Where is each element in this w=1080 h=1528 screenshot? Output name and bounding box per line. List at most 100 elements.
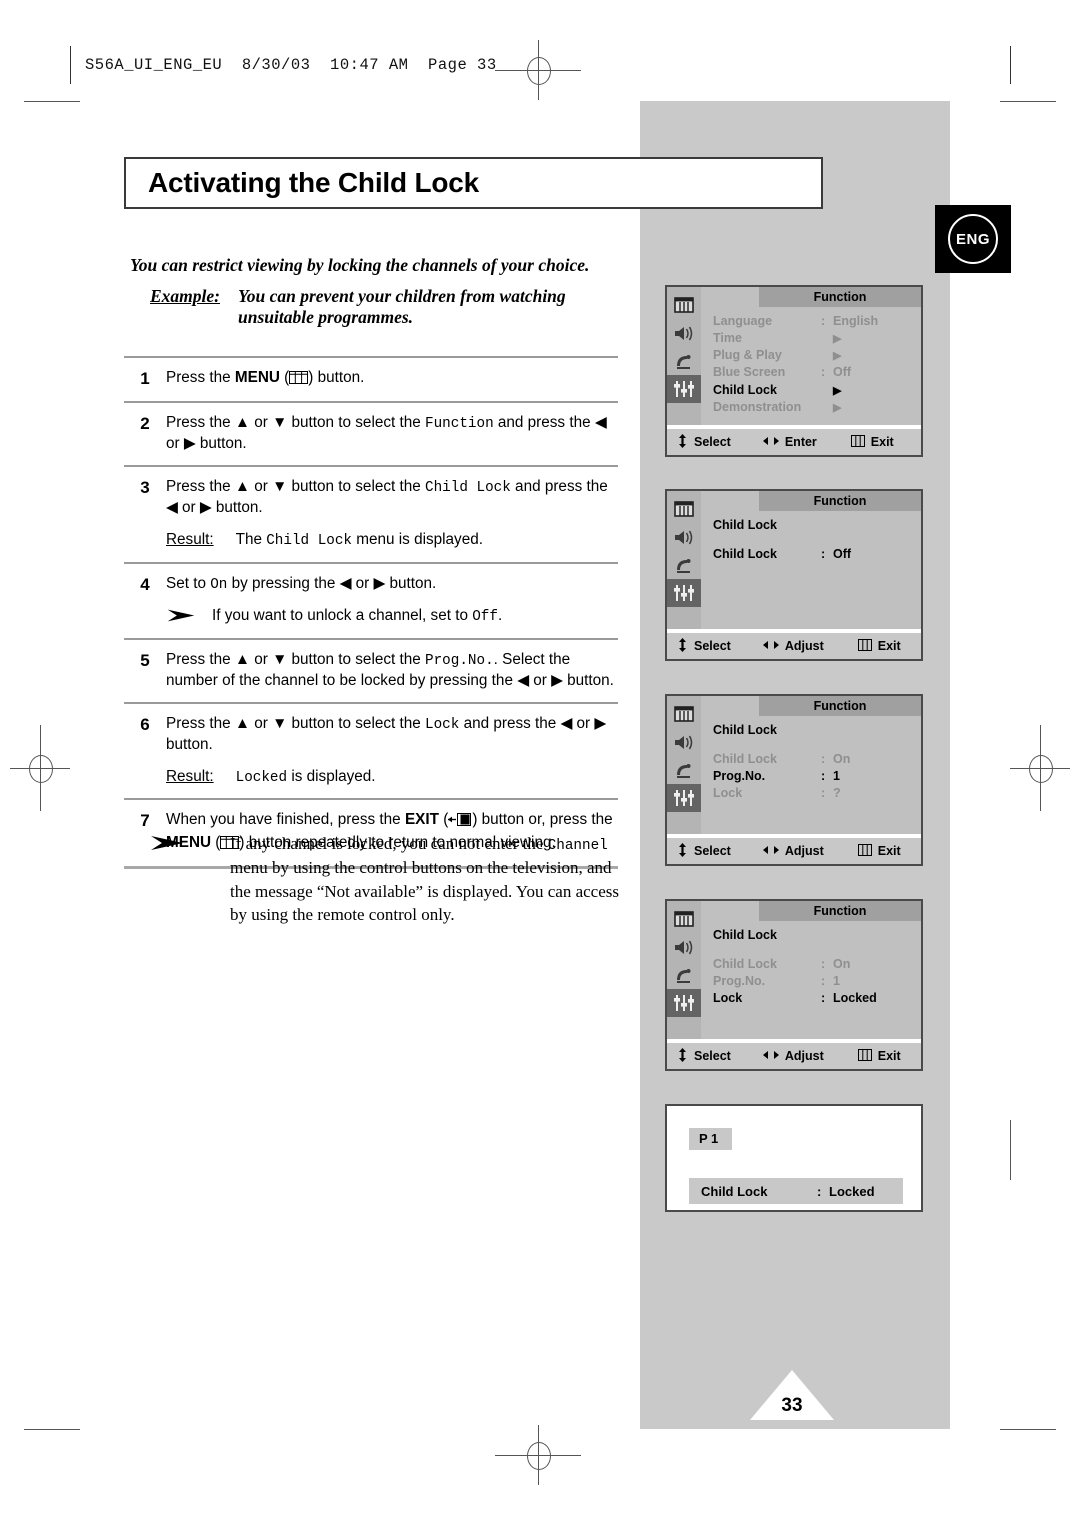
osd-row-list: Child Lock Child Lock: On Prog.No.:1 Lock:? [701,716,921,803]
inline-text: is displayed. [287,768,376,786]
intro-lead: You can restrict viewing by locking the … [130,255,590,275]
osd-footer-adjust[interactable]: Adjust [762,639,824,654]
osd-row[interactable]: Lock:? [713,785,921,802]
inline-text: Press the ▲ or ▼ button to select the [166,714,426,732]
osd-row-gap [713,739,921,751]
slug-right-rule [1010,46,1011,84]
osd-row-label: Child Lock [713,928,777,942]
osd-footer-enter[interactable]: Enter [762,435,817,450]
function-menu-icon[interactable] [667,579,701,607]
osd-row-label: Lock [713,786,743,801]
osd-footer-select[interactable]: Select [677,433,731,451]
channel-menu-icon[interactable] [667,756,701,784]
updown-arrow-icon [677,1047,688,1065]
osd-row-separator: : [821,957,826,972]
intro-example-label: Example: [150,286,220,306]
osd-footer-adjust[interactable]: Adjust [762,1049,824,1064]
print-slug: S56A_UI_ENG_EU 8/30/03 10:47 AM Page 33 [70,46,497,84]
osd-row[interactable]: Blue Screen: Off [713,364,921,381]
inline-code: Child Lock [266,533,353,550]
osd-footer-exit[interactable]: Exit [857,843,901,859]
osd-footer-exit[interactable]: Exit [850,434,894,450]
sound-menu-icon[interactable] [667,523,701,551]
updown-arrow-icon [677,637,688,655]
inline-text: When you have finished, press the [166,811,405,829]
osd-footer-select[interactable]: Select [677,842,731,860]
osd-row[interactable]: Prog.No.:1 [713,973,921,990]
osd-row-label: Child Lock [713,547,777,562]
osd-panel-child-lock-off: Function Child Lock Child Lock: Off Select Ad… [665,489,923,661]
channel-menu-icon[interactable] [667,961,701,989]
osd-title: Function [759,287,921,307]
osd-row[interactable]: Language: English [713,313,921,330]
bottom-note: If any channel is locked, you can not en… [150,832,620,926]
crop-mark-bottom-left-h [24,1429,80,1430]
inline-text: Press the [166,369,235,386]
picture-menu-icon[interactable] [667,700,701,728]
osd-footer-label: Select [694,639,731,653]
osd-row-value: ▶ [833,384,842,397]
osd-row-label: Child Lock [713,382,777,397]
osd-footer-select[interactable]: Select [677,637,731,655]
step-number: 3 [140,478,150,498]
channel-menu-icon[interactable] [667,551,701,579]
picture-menu-icon[interactable] [667,291,701,319]
osd-panel-child-lock-prog-no: Function Child Lock Child Lock: On Prog.No.:… [665,694,923,866]
steps-list: 1 Press the MENU () button. 2 Press the ▲ o… [124,356,618,870]
osd-footer-label: Exit [870,435,894,449]
osd-row[interactable]: Prog.No.:1 [713,768,921,785]
osd-row[interactable]: Child Lock: On [713,751,921,768]
picture-menu-icon[interactable] [667,495,701,523]
osd-panel-tv-banner: P 1 Child Lock: Locked [665,1104,923,1212]
inline-code: Off [472,609,498,626]
function-menu-icon[interactable] [667,989,701,1017]
function-menu-icon[interactable] [667,375,701,403]
osd-footer-exit[interactable]: Exit [857,1048,901,1064]
osd-footer-label: Adjust [784,844,824,858]
step-number: 1 [140,369,150,388]
step-note-text: If you want to unlock a channel, set to … [212,606,502,627]
osd-row[interactable]: Child Lock: Off [713,546,921,563]
osd-row-value: English [833,314,879,328]
osd-icon-column [667,287,701,425]
osd-row[interactable]: Child Lock: On [713,956,921,973]
inline-text: ) button. [308,369,365,386]
sound-menu-icon[interactable] [667,319,701,347]
osd-row[interactable]: Child Lock [713,517,921,534]
function-menu-icon[interactable] [667,784,701,812]
language-badge: ENG [935,205,1011,273]
registration-mark-right [1010,725,1070,811]
leftright-arrow-icon [762,844,779,859]
osd-icon-column [667,901,701,1039]
step-number: 6 [140,714,150,734]
inline-text: ( [438,811,449,829]
osd-row[interactable]: Child Lock ▶ [713,382,921,399]
osd-row[interactable]: Demonstration ▶ [713,399,921,416]
osd-footer-label: Select [694,844,731,858]
osd-row-value: ▶ [833,401,842,414]
step-number: 5 [140,650,150,670]
picture-menu-icon[interactable] [667,905,701,933]
osd-row[interactable]: Child Lock [713,927,921,944]
osd-row-list: Language: English Time ▶ Plug & Play ▶ Blue Sc… [701,307,921,416]
osd-row[interactable]: Lock: Locked [713,990,921,1007]
bottom-note-text: If any channel is locked, you can not en… [230,832,620,926]
osd-footer-adjust[interactable]: Adjust [762,844,824,859]
sound-menu-icon[interactable] [667,933,701,961]
osd-row[interactable]: Plug & Play ▶ [713,347,921,364]
osd-footer-exit[interactable]: Exit [857,638,901,654]
osd-row-label: Child Lock [713,752,777,767]
osd-icon-column [667,696,701,834]
crop-mark-top-right-h [1000,101,1056,102]
osd-footer: Select Enter Exit [667,429,921,455]
child-lock-status-bar: Child Lock: Locked [689,1178,903,1204]
osd-row[interactable]: Time ▶ [713,330,921,347]
osd-footer-label: Select [694,1049,731,1063]
osd-footer: Select Adjust Exit [667,838,921,864]
osd-footer-select[interactable]: Select [677,1047,731,1065]
channel-menu-icon[interactable] [667,347,701,375]
osd-row-label: Blue Screen [713,365,786,380]
osd-row[interactable]: Child Lock [713,722,921,739]
sound-menu-icon[interactable] [667,728,701,756]
osd-row-gap [713,944,921,956]
